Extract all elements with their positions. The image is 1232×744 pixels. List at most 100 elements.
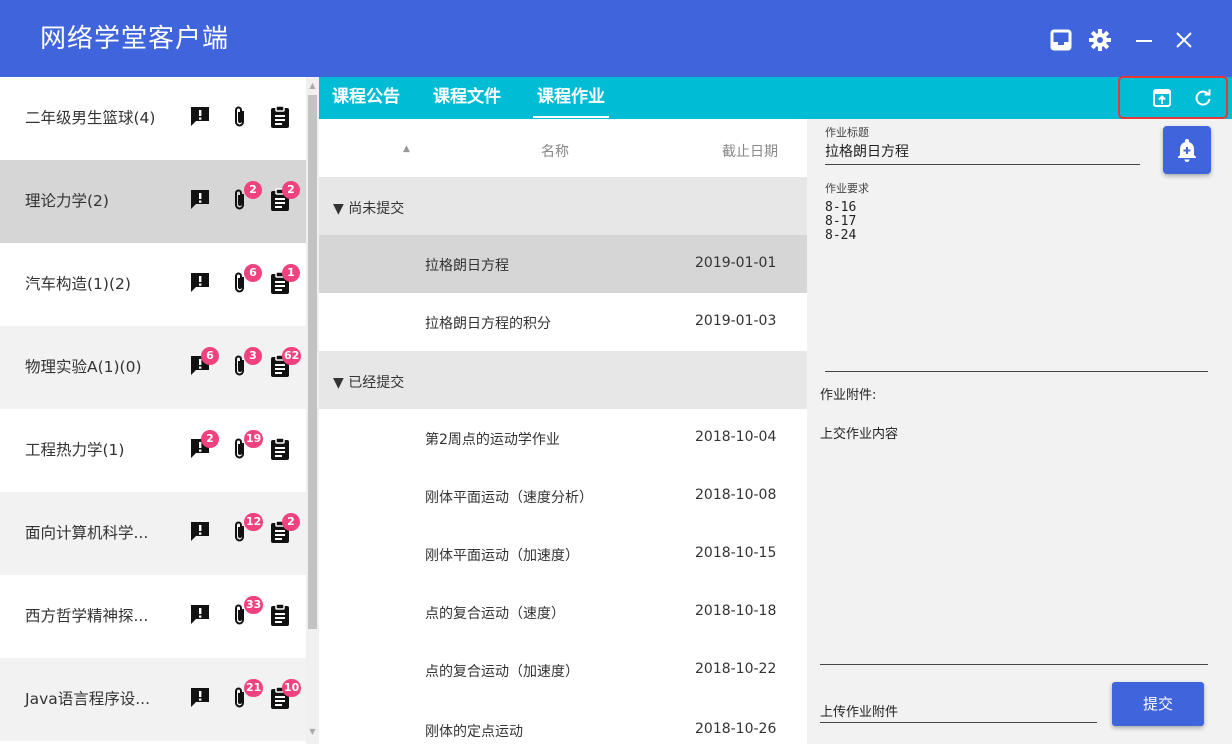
title-field-value[interactable]: 拉格朗日方程 (825, 141, 909, 161)
homework-icon[interactable]: 62 (270, 347, 302, 380)
table-header: ▲ 名称 截止日期 (319, 119, 807, 177)
minimize-icon[interactable] (1130, 26, 1158, 54)
table-row[interactable]: 刚体平面运动（速度分析） 2018-10-08 (319, 467, 807, 525)
course-item[interactable]: 面向计算机科学... 12 2 (0, 492, 306, 575)
inbox-icon[interactable] (1047, 26, 1075, 54)
homework-name: 点的复合运动（速度） (425, 606, 565, 622)
requirement-field-underline (825, 371, 1208, 372)
notice-icon[interactable] (189, 267, 215, 297)
homework-icon[interactable] (270, 599, 296, 629)
homework-icon[interactable]: 2 (270, 513, 300, 546)
attachment-icon[interactable] (232, 101, 258, 131)
sort-asc-icon[interactable]: ▲ (403, 144, 410, 154)
homework-icon[interactable]: 1 (270, 264, 300, 297)
table-row[interactable]: 刚体平面运动（加速度） 2018-10-15 (319, 525, 807, 583)
course-name: 物理实验A(1)(0) (25, 358, 142, 376)
notice-icon[interactable] (189, 184, 215, 214)
homework-deadline: 2018-10-22 (695, 661, 777, 677)
attachment-icon[interactable]: 19 (232, 430, 264, 463)
homework-deadline: 2018-10-26 (695, 721, 777, 737)
notice-icon[interactable]: 2 (189, 430, 219, 463)
course-item[interactable]: 二年级男生篮球(4) (0, 77, 306, 160)
notice-icon[interactable]: 6 (189, 347, 219, 380)
attachment-icon[interactable]: 2 (232, 181, 262, 214)
group-label: ▼ 已经提交 (333, 375, 405, 391)
requirement-field-value: 8-16 8-17 8-24 (825, 200, 857, 243)
homework-deadline: 2018-10-18 (695, 603, 777, 619)
file-badge: 33 (244, 596, 264, 614)
homework-name: 第2周点的运动学作业 (425, 432, 560, 448)
table-row[interactable]: 第2周点的运动学作业 2018-10-04 (319, 409, 807, 467)
table-row[interactable]: 拉格朗日方程的积分 2019-01-03 (319, 293, 807, 351)
file-badge: 19 (244, 430, 264, 448)
course-item[interactable]: 物理实验A(1)(0) 6 3 62 (0, 326, 306, 409)
course-name: Java语言程序设... (25, 690, 151, 708)
notice-icon[interactable] (189, 101, 215, 131)
scroll-up-icon[interactable]: ▲ (308, 81, 317, 91)
group-header-submitted[interactable]: ▼ 已经提交 (319, 351, 807, 409)
notice-icon[interactable] (189, 599, 215, 629)
homework-badge: 2 (282, 181, 300, 199)
column-name-header[interactable]: 名称 (541, 141, 569, 161)
attachment-icon[interactable]: 3 (232, 347, 262, 380)
homework-icon[interactable]: 10 (270, 679, 302, 712)
upload-attachment-field[interactable]: 上传作业附件 (820, 701, 898, 720)
tab-files[interactable]: 课程文件 (433, 86, 501, 108)
notice-icon[interactable] (189, 516, 215, 546)
attachment-icon[interactable]: 33 (232, 596, 264, 629)
tab-notices[interactable]: 课程公告 (332, 86, 400, 108)
homework-name: 拉格朗日方程 (425, 258, 509, 274)
file-badge: 2 (244, 181, 262, 199)
highlight-box (1118, 76, 1228, 119)
close-icon[interactable] (1170, 26, 1198, 54)
attachment-icon[interactable]: 12 (232, 513, 264, 546)
title-field-label: 作业标题 (825, 126, 869, 139)
course-list-scrollbar[interactable]: ▲ ▼ (306, 77, 319, 744)
scroll-down-icon[interactable]: ▼ (308, 727, 317, 737)
homework-name: 点的复合运动（加速度） (425, 664, 579, 680)
group-label: ▼ 尚未提交 (333, 201, 405, 217)
homework-detail-panel: 作业标题 拉格朗日方程 作业要求 8-16 8-17 8-24 作业附件: 上交… (807, 119, 1232, 744)
homework-deadline: 2019-01-01 (695, 255, 777, 271)
requirement-field-label: 作业要求 (825, 182, 869, 195)
homework-deadline: 2018-10-04 (695, 429, 777, 445)
course-item[interactable]: 工程热力学(1) 2 19 (0, 409, 306, 492)
homework-name: 刚体平面运动（加速度） (425, 548, 579, 564)
notice-badge: 6 (201, 347, 219, 365)
table-row[interactable]: 拉格朗日方程 2019-01-01 (319, 235, 807, 293)
homework-name: 拉格朗日方程的积分 (425, 316, 551, 332)
course-item[interactable]: Java语言程序设... 21 10 (0, 658, 306, 741)
course-name: 汽车构造(1)(2) (25, 275, 131, 293)
homework-icon[interactable] (270, 433, 296, 463)
course-name: 工程热力学(1) (25, 441, 125, 459)
column-deadline-header[interactable]: 截止日期 (722, 141, 778, 161)
course-list: 二年级男生篮球(4) 理论力学(2) 2 2 汽车构造(1)(2) 6 1 物理… (0, 77, 306, 744)
table-row[interactable]: 刚体的定点运动 2018-10-26 (319, 699, 807, 744)
course-item[interactable]: 西方哲学精神探... 33 (0, 575, 306, 658)
course-item[interactable]: 理论力学(2) 2 2 (0, 160, 306, 243)
file-badge: 21 (244, 679, 264, 697)
title-field-underline (825, 164, 1140, 165)
scrollbar-thumb[interactable] (308, 95, 317, 629)
homework-deadline: 2019-01-03 (695, 313, 777, 329)
homework-table: ▲ 名称 截止日期 ▼ 尚未提交 拉格朗日方程 2019-01-01 拉格朗日方… (319, 119, 807, 744)
homework-icon[interactable] (270, 101, 296, 131)
table-row[interactable]: 点的复合运动（加速度） 2018-10-22 (319, 641, 807, 699)
notice-icon[interactable] (189, 682, 215, 712)
table-row[interactable]: 点的复合运动（速度） 2018-10-18 (319, 583, 807, 641)
submit-button[interactable]: 提交 (1112, 682, 1204, 726)
attachment-icon[interactable]: 6 (232, 264, 262, 297)
course-item[interactable]: 汽车构造(1)(2) 6 1 (0, 243, 306, 326)
tab-homework[interactable]: 课程作业 (533, 86, 609, 118)
homework-name: 刚体平面运动（速度分析） (425, 490, 593, 506)
app-title: 网络学堂客户端 (40, 24, 230, 54)
group-header-unsubmitted[interactable]: ▼ 尚未提交 (319, 177, 807, 235)
title-bar: 网络学堂客户端 (0, 0, 1232, 77)
gear-icon[interactable] (1086, 26, 1114, 54)
add-alert-icon (1178, 139, 1196, 162)
add-alert-button[interactable] (1163, 126, 1211, 174)
homework-deadline: 2018-10-08 (695, 487, 777, 503)
attachment-icon[interactable]: 21 (232, 679, 264, 712)
course-name: 面向计算机科学... (25, 524, 149, 542)
homework-icon[interactable]: 2 (270, 181, 300, 214)
